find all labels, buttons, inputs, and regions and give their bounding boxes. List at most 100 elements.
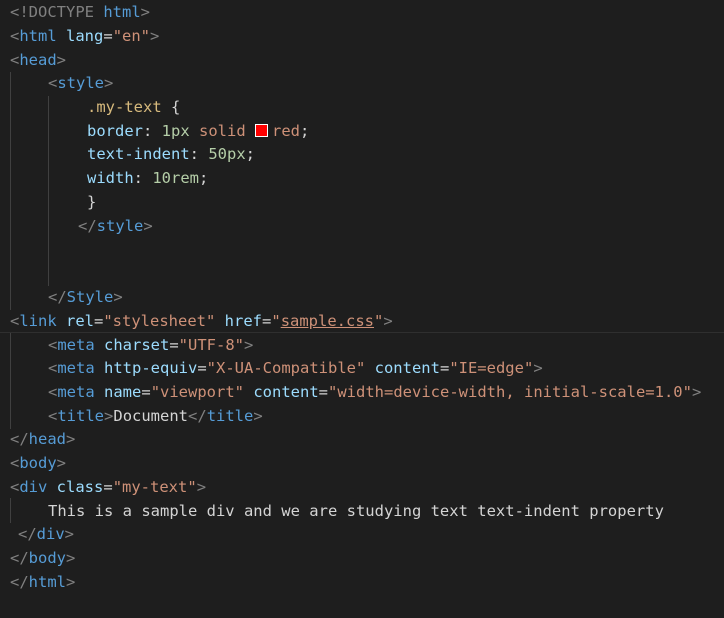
code-line-4: <style> xyxy=(0,72,724,96)
code-line-15: <meta charset="UTF-8"> xyxy=(0,334,724,358)
token-colon: : xyxy=(133,169,153,187)
token-property: border xyxy=(87,122,143,140)
token-tag: html xyxy=(19,27,57,45)
token-eq: = xyxy=(262,312,272,330)
token-bracket: </ xyxy=(10,549,29,567)
token-eq: = xyxy=(318,383,329,401)
token-tag: meta xyxy=(57,359,95,377)
token-attr: charset xyxy=(94,336,170,354)
code-line-22: This is a sample div and we are studying… xyxy=(0,500,724,524)
token-bracket: > xyxy=(383,312,393,330)
token-bracket: < xyxy=(48,74,58,92)
token-tag: title xyxy=(57,407,105,425)
token-bracket: > xyxy=(140,3,151,21)
token-bracket: < xyxy=(48,336,58,354)
token-eq: = xyxy=(141,383,151,401)
token-semicolon: ; xyxy=(199,169,209,187)
token-tag: title xyxy=(206,407,254,425)
token-bracket: > xyxy=(66,573,76,591)
token-string: "UTF-8" xyxy=(178,336,244,354)
code-line-6: border: 1px solid red; xyxy=(0,120,724,144)
token-tag: meta xyxy=(57,336,95,354)
token-bracket: > xyxy=(113,288,123,306)
code-editor[interactable]: <!DOCTYPE html> <html lang="en"> <head> … xyxy=(0,0,724,618)
color-swatch-icon[interactable] xyxy=(255,124,268,137)
token-attr: http-equiv xyxy=(94,359,198,377)
token-bracket: > xyxy=(253,407,263,425)
token-string: "IE=edge" xyxy=(449,359,534,377)
token-text: This is a sample div and we are studying… xyxy=(48,502,664,520)
token-semicolon: ; xyxy=(300,122,310,140)
stylesheet-link[interactable]: sample.css xyxy=(281,312,374,330)
token-bracket: > xyxy=(66,430,76,448)
code-line-5: .my-text { xyxy=(0,96,724,120)
token-bracket: </ xyxy=(78,217,97,235)
token-string: "X-UA-Compatible" xyxy=(206,359,366,377)
token-text: Document xyxy=(113,407,189,425)
token-string: "en" xyxy=(112,27,151,45)
token-tag: body xyxy=(19,454,57,472)
code-line-17: <meta name="viewport" content="width=dev… xyxy=(0,381,724,405)
token-string: " xyxy=(374,312,384,330)
token-brace: { xyxy=(161,98,181,116)
token-tag: style xyxy=(96,217,144,235)
code-line-8: width: 10rem; xyxy=(0,167,724,191)
token-doctype: html xyxy=(94,3,141,21)
token-bracket: < xyxy=(48,383,58,401)
token-attr: lang xyxy=(56,27,104,45)
token-number: 50px xyxy=(208,145,246,163)
token-string: "width=device-width, initial-scale=1.0" xyxy=(328,383,692,401)
token-semicolon: ; xyxy=(245,145,255,163)
code-line-3: <head> xyxy=(0,49,724,73)
token-bracket: </ xyxy=(188,407,207,425)
code-line-10: </style> xyxy=(0,215,724,239)
token-attr: name xyxy=(94,383,142,401)
token-tag: div xyxy=(36,525,65,543)
token-bracket: > xyxy=(244,336,254,354)
token-attr: class xyxy=(47,478,104,496)
token-bracket: </ xyxy=(48,288,67,306)
token-colon: : xyxy=(189,145,209,163)
token-bracket: < xyxy=(48,359,58,377)
token-value: red xyxy=(272,122,300,140)
token-bracket: > xyxy=(533,359,543,377)
token-tag: meta xyxy=(57,383,95,401)
token-attr: rel xyxy=(56,312,94,330)
code-line-7: text-indent: 50px; xyxy=(0,143,724,167)
token-string: " xyxy=(271,312,281,330)
token-bracket: > xyxy=(150,27,160,45)
token-property: text-indent xyxy=(87,145,190,163)
token-string: "viewport" xyxy=(150,383,245,401)
token-bracket: > xyxy=(196,478,207,496)
code-line-16: <meta http-equiv="X-UA-Compatible" conte… xyxy=(0,357,724,381)
token-bracket: > xyxy=(691,383,702,401)
token-attr: content xyxy=(365,359,440,377)
token-tag: Style xyxy=(66,288,114,306)
token-eq: = xyxy=(169,336,179,354)
token-bracket: </ xyxy=(18,525,37,543)
token-tag: style xyxy=(57,74,105,92)
code-line-13: </Style> xyxy=(0,286,724,310)
token-bracket: > xyxy=(56,454,67,472)
token-bracket: </ xyxy=(10,573,29,591)
token-attr: content xyxy=(244,383,319,401)
token-brace: } xyxy=(87,193,97,211)
token-eq: = xyxy=(197,359,207,377)
token-bracket: < xyxy=(10,478,20,496)
token-colon: : xyxy=(143,122,162,140)
token-number: 1px xyxy=(161,122,190,140)
code-line-24: </body> xyxy=(0,547,724,571)
code-line-9: } xyxy=(0,191,724,215)
code-line-1: <!DOCTYPE html> xyxy=(0,1,724,25)
token-eq: = xyxy=(94,312,104,330)
token-bracket: > xyxy=(64,525,75,543)
token-bracket: > xyxy=(143,217,153,235)
token-tag: head xyxy=(19,51,57,69)
token-bracket: < xyxy=(10,454,20,472)
token-bracket: < xyxy=(10,27,20,45)
token-selector: .my-text xyxy=(87,98,162,116)
code-line-20: <body> xyxy=(0,452,724,476)
token-number: 10rem xyxy=(152,169,200,187)
token-eq: = xyxy=(103,27,113,45)
token-bracket: <!DOCTYPE xyxy=(10,3,94,21)
